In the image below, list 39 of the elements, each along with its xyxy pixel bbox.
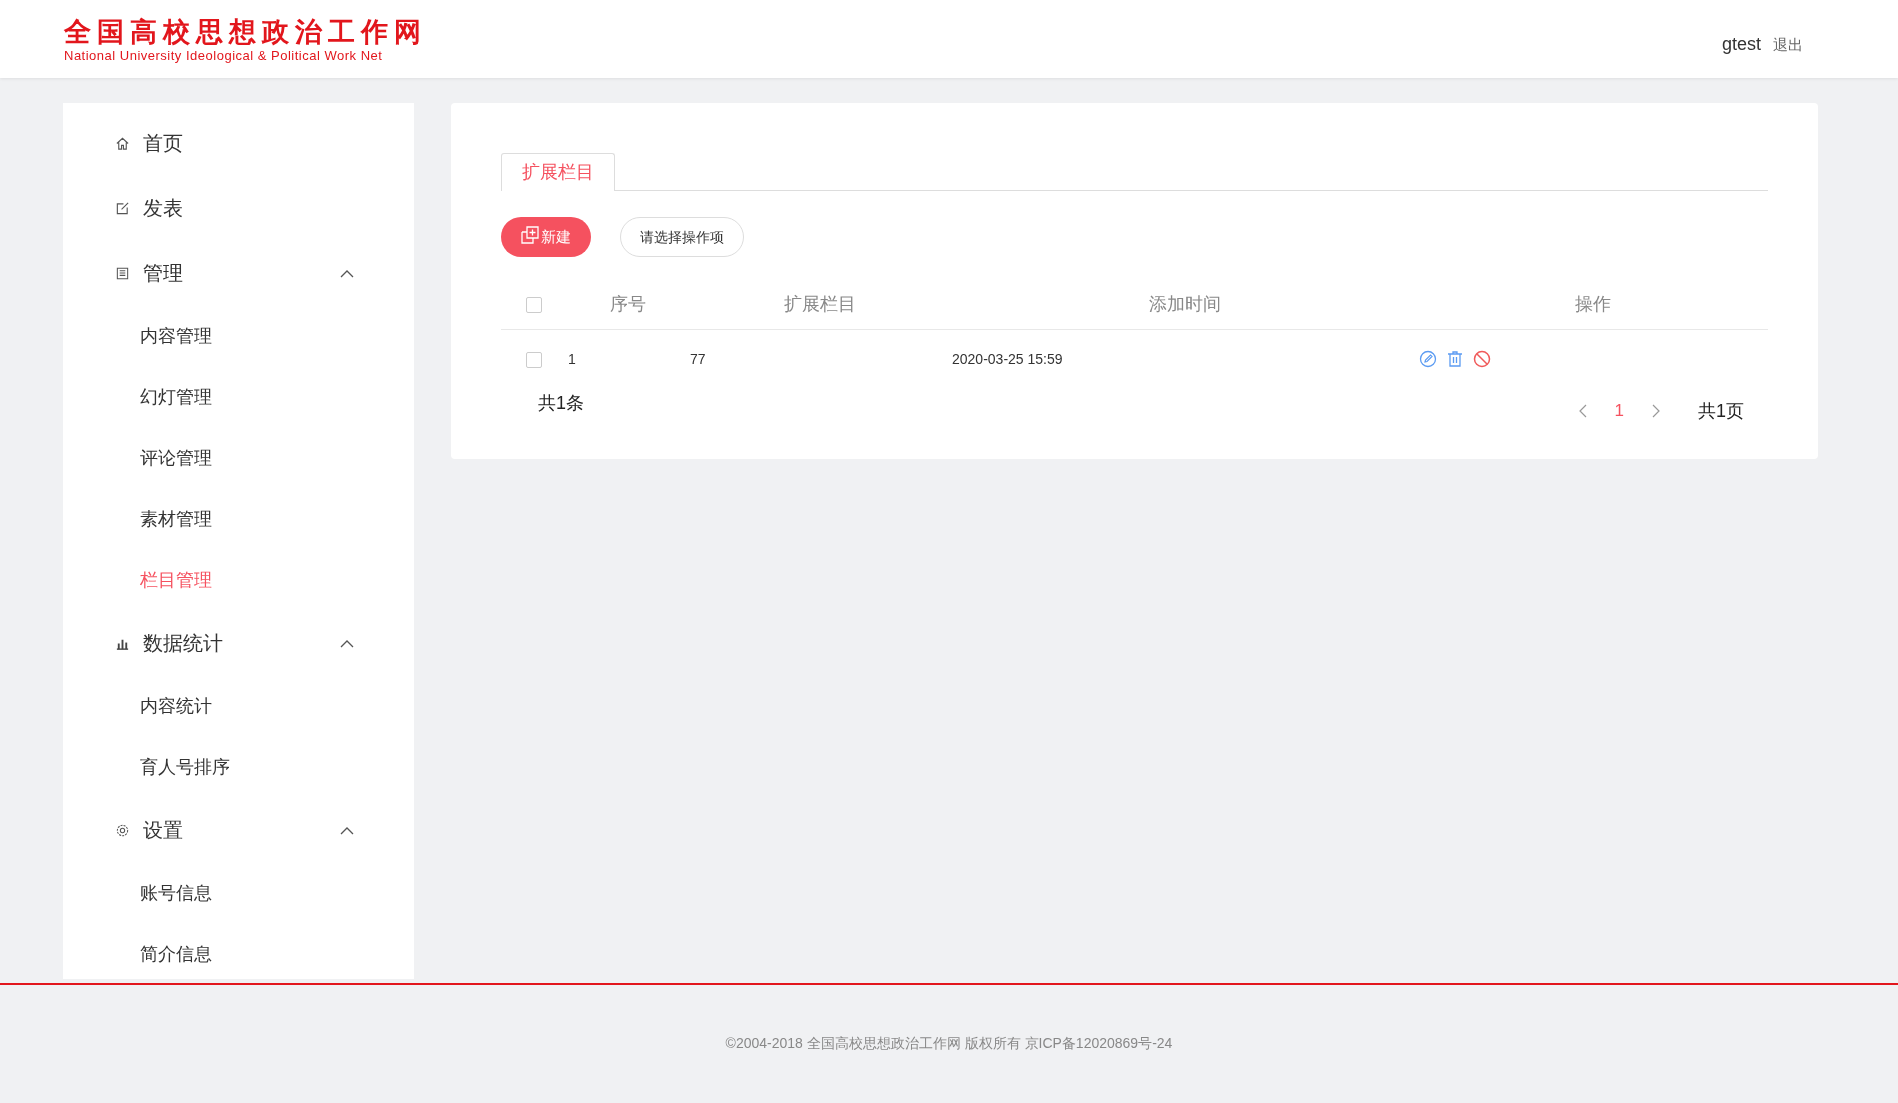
nav-subitem[interactable]: 账号信息 [63,863,414,924]
nav-item[interactable]: 数据统计 [63,611,414,676]
disable-icon[interactable] [1473,350,1491,369]
settings-icon [115,823,130,838]
nav-subitem[interactable]: 评论管理 [63,428,414,489]
edit-icon [115,201,130,216]
copyright-text: ©2004-2018 全国高校思想政治工作网 版权所有 京ICP备12020869号-24 [725,1035,1173,1053]
column-header: 操作 [1575,294,1611,314]
nav-item[interactable]: 发表 [63,176,414,241]
next-page-icon[interactable] [1652,404,1660,418]
nav-item[interactable]: 设置 [63,798,414,863]
logo-subtitle: National University Ideological & Political Work Net [64,47,383,63]
column-header: 添加时间 [1148,294,1221,314]
edit-icon[interactable] [1419,350,1437,369]
nav-subitem[interactable]: 幻灯管理 [63,367,414,428]
table-cell: 1 [568,351,576,367]
table-cell: 2020-03-25 15:59 [952,351,1063,367]
home-icon [115,136,130,151]
nav-item[interactable]: 管理 [63,241,414,306]
nav-subitem[interactable]: 简介信息 [63,924,414,985]
total-count: 共1条 [538,392,584,415]
select-all-checkbox[interactable] [526,296,542,313]
nav-subitem[interactable]: 育人号排序 [63,737,414,798]
column-header: 扩展栏目 [784,294,856,314]
previous-page-icon[interactable] [1578,404,1587,418]
page-count: 共1页 [1698,400,1744,423]
nav-subitem[interactable]: 内容统计 [63,676,414,737]
document-icon [115,266,130,281]
nav-subitem[interactable]: 素材管理 [63,489,414,550]
logout-link[interactable]: 退出 [1773,35,1803,55]
table-cell: 77 [690,351,706,367]
nav-subitem[interactable]: 内容管理 [63,306,414,367]
add-icon [521,226,539,244]
trash-icon[interactable] [1446,350,1464,369]
logo-title: 全国高校思想政治工作网 [64,15,427,48]
row-checkbox[interactable] [526,351,542,368]
column-header: 序号 [610,294,646,314]
nav-item[interactable]: 首页 [63,111,414,176]
user-name: gtest [1721,33,1761,55]
